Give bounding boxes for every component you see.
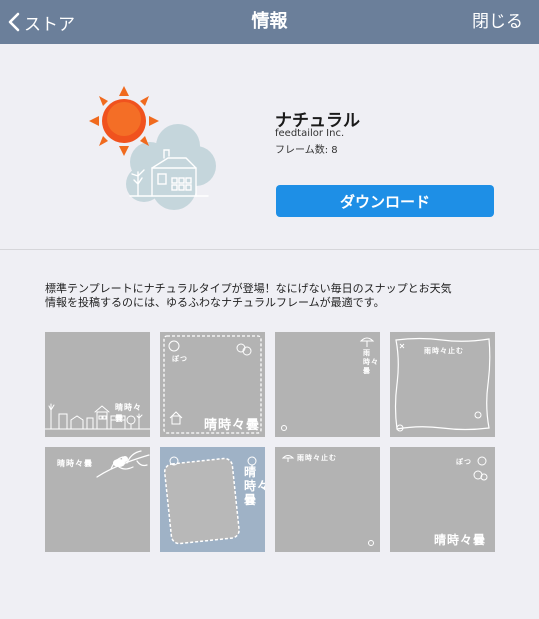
frame-thumbnail-4[interactable]: 雨時々止む (390, 332, 495, 437)
frame-preview-grid: 晴時々曇 ぽつ 晴時々曇 雨時々曇 雨時々止む 晴時々曇 晴時々曇 雨時々止む … (45, 332, 495, 552)
frame-thumbnail-1[interactable]: 晴時々曇 (45, 332, 150, 437)
description-line: 情報を投稿するのには、ゆるふわなナチュラルフレームが最適です。 (45, 296, 385, 309)
frame-thumbnail-6[interactable]: 晴時々曇 (160, 447, 265, 552)
app-vendor: feedtailor Inc. (275, 128, 345, 139)
frame-weather-text: 晴時々曇 (204, 418, 261, 433)
close-button[interactable]: 閉じる (472, 0, 523, 44)
frame-weather-text: 雨時々止む (424, 346, 464, 355)
page-title: 情報 (251, 11, 288, 32)
frame-thumbnail-5[interactable]: 晴時々曇 (45, 447, 150, 552)
frame-weather-text: 晴時々曇 (57, 458, 93, 468)
frame-weather-text: ぽつ (172, 354, 188, 363)
back-button-label: ストア (24, 14, 75, 35)
chevron-left-icon (8, 12, 20, 32)
frame-weather-text: 晴時々曇 (244, 465, 265, 507)
frame-thumbnail-7[interactable]: 雨時々止む (275, 447, 380, 552)
frame-thumbnail-2[interactable]: ぽつ 晴時々曇 (160, 332, 265, 437)
navigation-bar: ストア 情報 閉じる (0, 0, 539, 44)
description-line: 標準テンプレートにナチュラルタイプが登場！なにげない毎日のスナップとお天気 (45, 282, 452, 295)
frame-thumbnail-8[interactable]: ぽつ 晴時々曇 (390, 447, 495, 552)
frame-weather-text: ぽつ (456, 457, 472, 466)
back-button[interactable]: ストア (8, 0, 75, 44)
frame-weather-text: 晴時々曇 (115, 402, 142, 423)
app-header: ナチュラル feedtailor Inc. フレーム数: 8 ダウンロード (0, 44, 539, 250)
frame-weather-text: 雨時々曇 (363, 348, 379, 375)
frame-weather-text: 晴時々曇 (434, 533, 487, 547)
description: 標準テンプレートにナチュラルタイプが登場！なにげない毎日のスナップとお天気 情報… (45, 282, 500, 310)
cloud-icon (126, 124, 216, 210)
frame-thumbnail-3[interactable]: 雨時々曇 (275, 332, 380, 437)
frame-count: フレーム数: 8 (275, 145, 338, 156)
download-button[interactable]: ダウンロード (276, 185, 494, 217)
frame-weather-text: 雨時々止む (297, 453, 337, 462)
sun-icon (89, 86, 159, 156)
app-icon (89, 86, 216, 210)
